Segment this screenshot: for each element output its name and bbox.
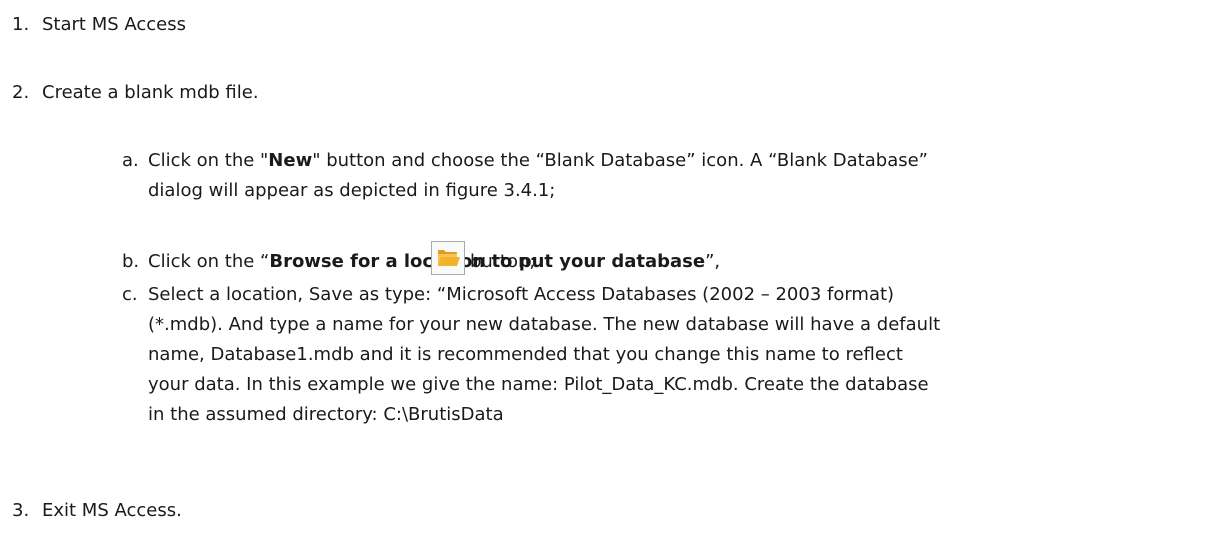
substep-text: Select a location, Save as type: “Micros… <box>148 284 895 305</box>
substep-text: Click on the "New" button and choose the… <box>148 146 928 176</box>
substep-a-text-post: " button and choose the “Blank Database”… <box>312 150 928 171</box>
step-number: 1. <box>12 14 30 35</box>
step-number: 3. <box>12 500 30 521</box>
substep-a-line2: dialog will appear as depicted in figure… <box>148 180 556 201</box>
step-text: Create a blank mdb file. <box>42 82 259 103</box>
substep-a-text-pre: Click on the " <box>148 150 269 171</box>
substep-b-after-icon: button; <box>470 251 536 272</box>
substep-letter: b. <box>122 251 140 272</box>
substep-c-line2: (*.mdb). And type a name for your new da… <box>148 314 941 335</box>
new-button-label: New <box>268 150 313 171</box>
step-number: 2. <box>12 82 30 103</box>
substep-c-line5: in the assumed directory: C:\BrutisData <box>148 404 504 425</box>
substep-c-line3: name, Database1.mdb and it is recommende… <box>148 344 903 365</box>
substep-b-text-pre: Click on the “ <box>148 251 270 272</box>
substep-letter: c. <box>122 284 138 305</box>
folder-open-icon <box>431 241 465 275</box>
substep-c-line4: your data. In this example we give the n… <box>148 374 929 395</box>
substep-b-text-post: ”, <box>705 251 721 272</box>
step-text: Exit MS Access. <box>42 500 182 521</box>
substep-letter: a. <box>122 150 139 171</box>
step-text: Start MS Access <box>42 14 186 35</box>
